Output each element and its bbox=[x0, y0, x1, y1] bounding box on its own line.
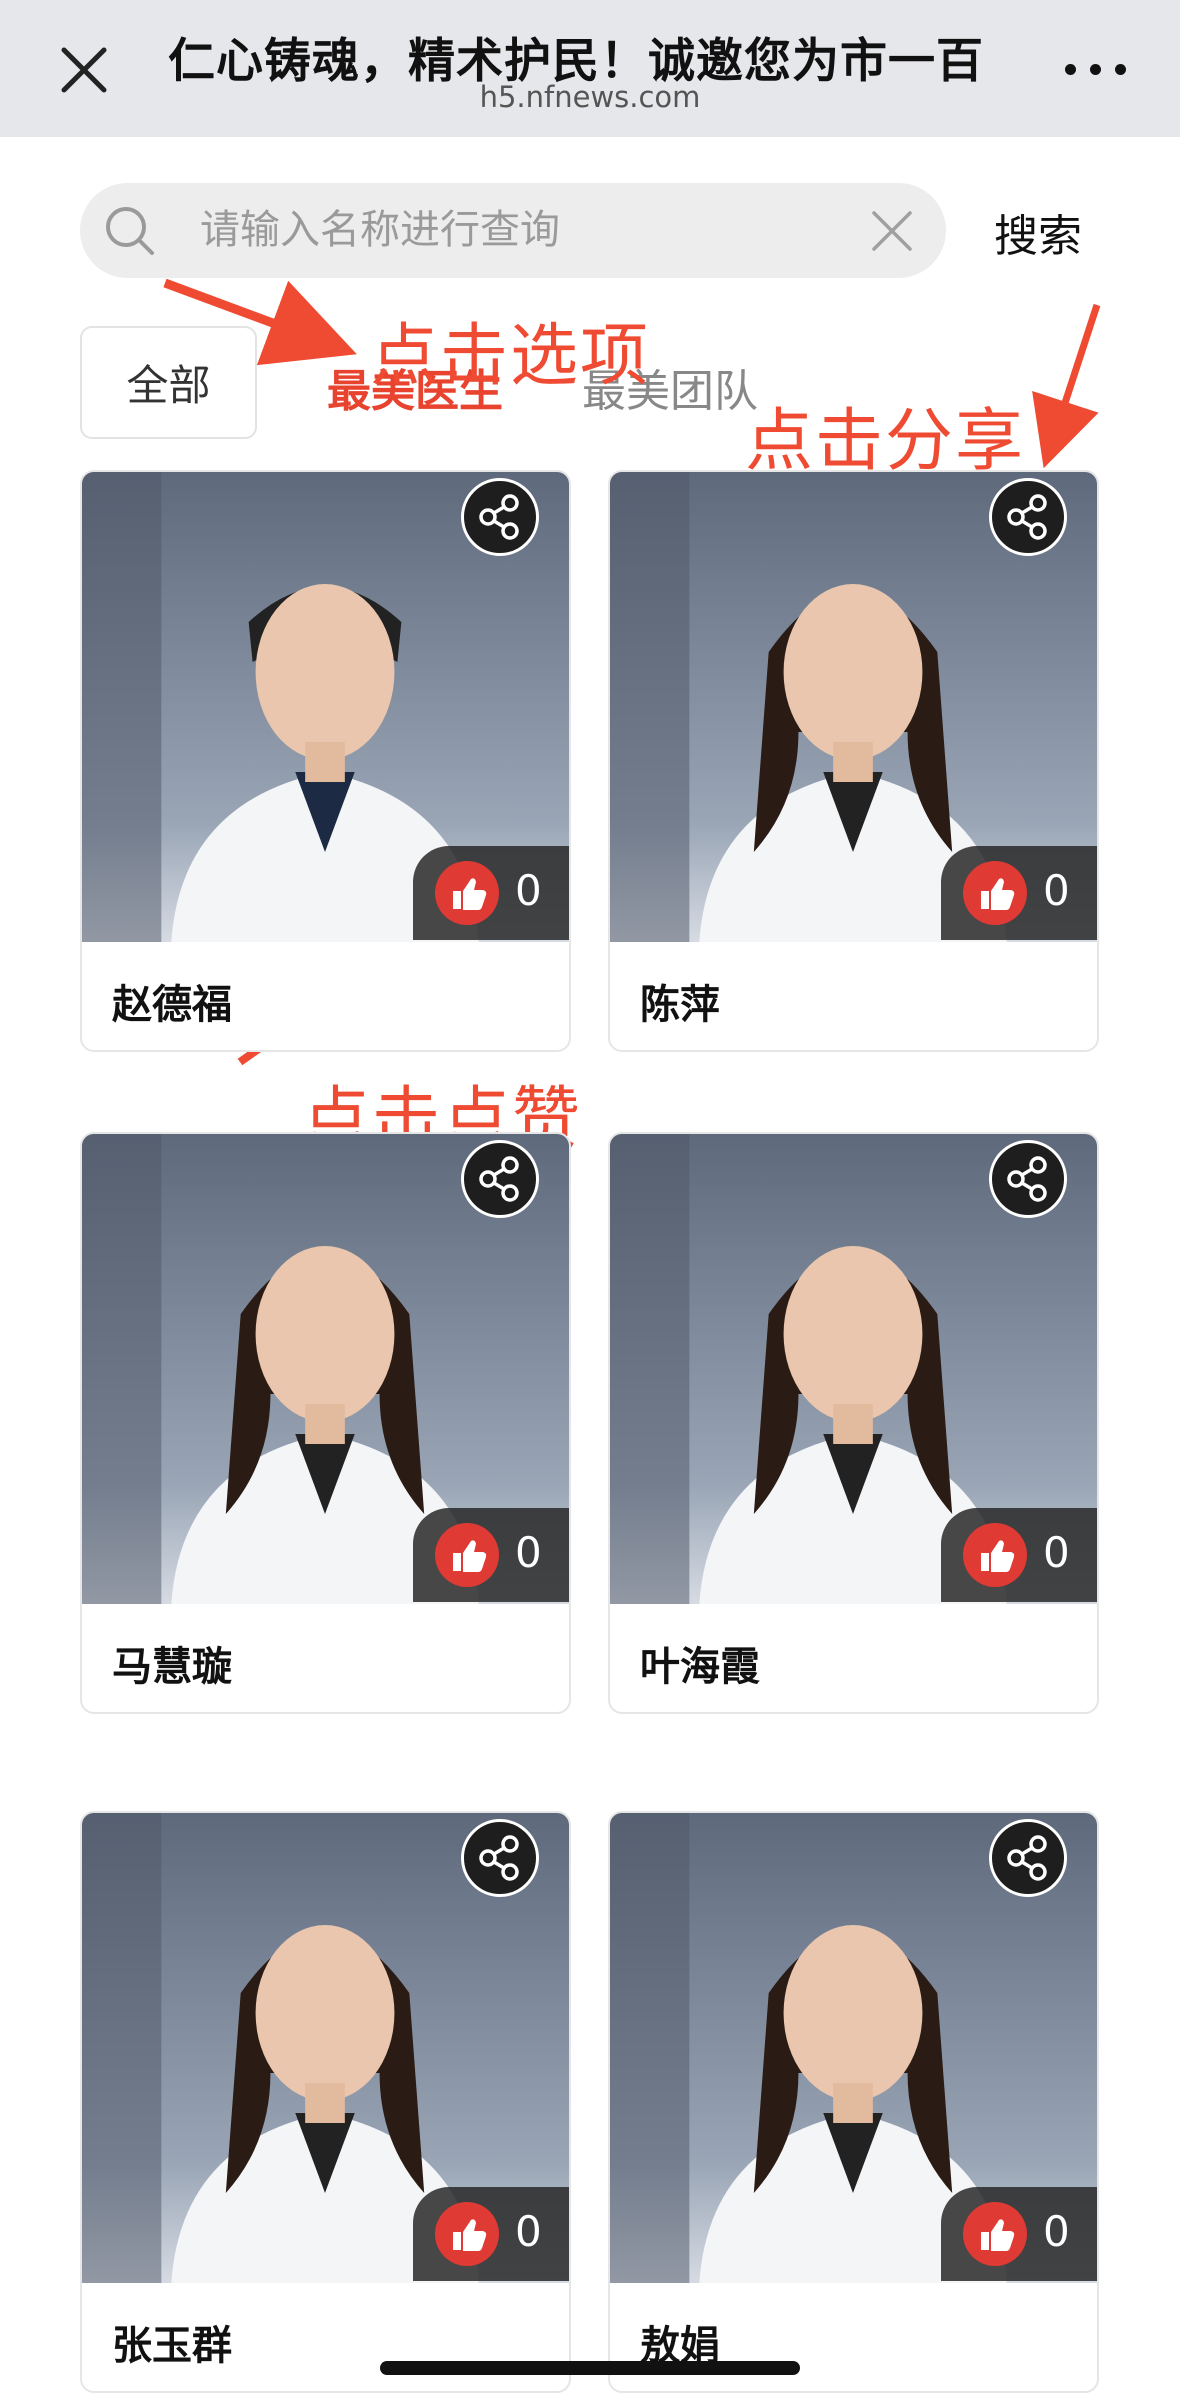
like-count: 0 bbox=[515, 866, 542, 915]
share-button[interactable] bbox=[989, 478, 1067, 556]
doctor-photo[interactable]: 0 bbox=[82, 1134, 569, 1604]
arrow-to-tab bbox=[163, 278, 357, 366]
like-button[interactable]: 0 bbox=[941, 1508, 1097, 1602]
doctor-card[interactable]: 0 敖娟 bbox=[608, 1811, 1099, 2393]
share-icon bbox=[1007, 1835, 1047, 1881]
doctor-card[interactable]: 0 赵德福 bbox=[80, 470, 571, 1052]
doctor-photo[interactable]: 0 bbox=[610, 1134, 1097, 1604]
share-icon bbox=[1007, 494, 1047, 540]
arrow-to-share bbox=[1032, 303, 1101, 469]
doctor-card[interactable]: 0 马慧璇 bbox=[80, 1132, 571, 1714]
share-icon bbox=[479, 1156, 519, 1202]
doctor-name: 叶海霞 bbox=[640, 1644, 760, 1690]
like-button[interactable]: 0 bbox=[413, 1508, 569, 1602]
share-icon bbox=[479, 1835, 519, 1881]
doctor-photo[interactable]: 0 bbox=[82, 472, 569, 942]
share-button[interactable] bbox=[461, 1819, 539, 1897]
doctor-photo[interactable]: 0 bbox=[610, 1813, 1097, 2283]
share-icon bbox=[479, 494, 519, 540]
doctor-card[interactable]: 0 陈萍 bbox=[608, 470, 1099, 1052]
share-button[interactable] bbox=[989, 1140, 1067, 1218]
like-button[interactable]: 0 bbox=[413, 846, 569, 940]
share-button[interactable] bbox=[461, 1140, 539, 1218]
like-count: 0 bbox=[1043, 2207, 1070, 2256]
doctor-card[interactable]: 0 张玉群 bbox=[80, 1811, 571, 2393]
doctor-card[interactable]: 0 叶海霞 bbox=[608, 1132, 1099, 1714]
like-count: 0 bbox=[1043, 866, 1070, 915]
doctor-name: 张玉群 bbox=[112, 2323, 232, 2369]
like-button[interactable]: 0 bbox=[941, 846, 1097, 940]
thumbs-up-icon bbox=[963, 861, 1027, 925]
doctor-name: 赵德福 bbox=[112, 982, 232, 1028]
like-button[interactable]: 0 bbox=[413, 2187, 569, 2281]
thumbs-up-icon bbox=[435, 1523, 499, 1587]
thumbs-up-icon bbox=[435, 2202, 499, 2266]
doctor-name: 马慧璇 bbox=[112, 1644, 232, 1690]
like-count: 0 bbox=[515, 2207, 542, 2256]
doctor-name: 陈萍 bbox=[640, 982, 720, 1028]
doctor-photo[interactable]: 0 bbox=[82, 1813, 569, 2283]
share-button[interactable] bbox=[989, 1819, 1067, 1897]
like-count: 0 bbox=[515, 1528, 542, 1577]
doctor-photo[interactable]: 0 bbox=[610, 472, 1097, 942]
annotation-tap-option: 点击选项 bbox=[370, 317, 651, 396]
like-count: 0 bbox=[1043, 1528, 1070, 1577]
thumbs-up-icon bbox=[963, 2202, 1027, 2266]
share-button[interactable] bbox=[461, 478, 539, 556]
thumbs-up-icon bbox=[963, 1523, 1027, 1587]
home-indicator bbox=[380, 2361, 800, 2375]
thumbs-up-icon bbox=[435, 861, 499, 925]
like-button[interactable]: 0 bbox=[941, 2187, 1097, 2281]
share-icon bbox=[1007, 1156, 1047, 1202]
